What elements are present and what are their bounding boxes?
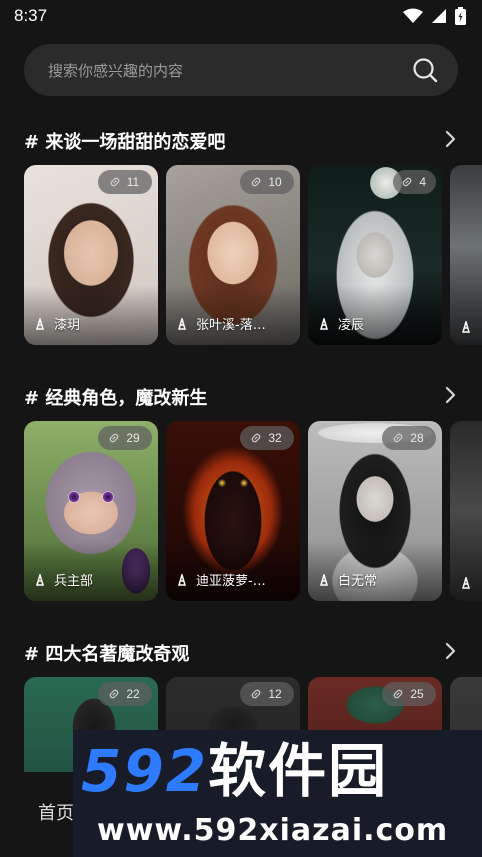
popularity-badge: 32 [240, 426, 294, 450]
cellular-signal-icon [432, 9, 446, 23]
character-icon [177, 573, 187, 586]
card-name: 兵主部 [54, 574, 94, 589]
card-name-row [460, 577, 482, 589]
popularity-badge: 10 [240, 170, 294, 194]
card-name: 张叶溪-落… [196, 318, 266, 333]
card-name: 白无常 [338, 574, 378, 589]
card-name-row: 兵主部 [34, 570, 150, 589]
search-icon[interactable] [412, 57, 438, 83]
popularity-badge: 28 [382, 426, 436, 450]
character-portrait [450, 165, 482, 345]
popularity-badge: 25 [382, 682, 436, 706]
character-card[interactable]: 32 迪亚菠萝-… [166, 421, 300, 601]
card-name-row: 漆玥 [34, 314, 150, 333]
wifi-icon [403, 8, 423, 23]
popularity-badge: 4 [393, 170, 436, 194]
card-name: 凌辰 [338, 318, 365, 333]
section-header[interactable]: # 四大名著魔改奇观 [24, 640, 458, 665]
chevron-right-icon[interactable] [444, 129, 458, 149]
card-count: 10 [268, 175, 282, 189]
card-count: 12 [268, 687, 282, 701]
status-time: 8:37 [14, 6, 48, 25]
link-icon [251, 177, 261, 187]
character-portrait [450, 421, 482, 601]
search-bar[interactable]: 搜索你感兴趣的内容 [24, 44, 458, 96]
card-name-row: 凌辰 [318, 314, 434, 333]
watermark-overlay: 592软件园 www.592xiazai.com [73, 730, 482, 857]
character-card[interactable] [450, 165, 482, 345]
card-count: 29 [126, 431, 140, 445]
watermark-url: www.592xiazai.com [97, 813, 449, 848]
character-icon [319, 573, 329, 586]
card-name: 漆玥 [54, 318, 81, 333]
character-icon [319, 317, 329, 330]
character-icon [461, 321, 471, 333]
card-count: 22 [126, 687, 140, 701]
character-icon [177, 317, 187, 330]
popularity-badge: 22 [98, 682, 152, 706]
section-header[interactable]: # 经典角色，魔改新生 [24, 384, 458, 409]
card-count: 11 [126, 175, 140, 189]
status-icons [403, 7, 466, 25]
nav-home-tab[interactable]: 首页 [38, 799, 74, 825]
link-icon [402, 177, 412, 187]
link-icon [110, 177, 120, 187]
battery-icon [455, 7, 466, 25]
popularity-badge: 12 [240, 682, 294, 706]
section-title: # 四大名著魔改奇观 [24, 644, 190, 665]
status-bar: 8:37 [0, 0, 482, 34]
card-carousel[interactable]: 29 兵主部 32 迪亚菠萝-… 28 白无常 [24, 421, 482, 601]
section-title: # 来谈一场甜甜的恋爱吧 [24, 132, 226, 153]
chevron-right-icon[interactable] [444, 385, 458, 405]
link-icon [393, 689, 403, 699]
character-icon [35, 317, 45, 330]
card-count: 25 [410, 687, 424, 701]
card-name-row [460, 321, 482, 333]
card-name-row: 白无常 [318, 570, 434, 589]
card-count: 4 [419, 175, 426, 189]
card-count: 28 [410, 431, 424, 445]
character-card[interactable]: 4 凌辰 [308, 165, 442, 345]
section-header[interactable]: # 来谈一场甜甜的恋爱吧 [24, 128, 458, 153]
card-name: 迪亚菠萝-… [196, 574, 266, 589]
card-name-row: 迪亚菠萝-… [176, 570, 292, 589]
character-card[interactable]: 28 白无常 [308, 421, 442, 601]
popularity-badge: 11 [98, 170, 152, 194]
character-card[interactable] [450, 421, 482, 601]
popularity-badge: 29 [98, 426, 152, 450]
watermark-brand-number: 592 [81, 737, 209, 805]
card-count: 32 [268, 431, 282, 445]
watermark-brand-text: 软件园 [208, 737, 389, 805]
character-icon [35, 573, 45, 586]
link-icon [393, 433, 403, 443]
chevron-right-icon[interactable] [444, 641, 458, 661]
section-title: # 经典角色，魔改新生 [24, 388, 208, 409]
link-icon [109, 689, 119, 699]
link-icon [251, 689, 261, 699]
link-icon [109, 433, 119, 443]
card-carousel[interactable]: 11 漆玥 10 张叶溪-落… 4 凌辰 [24, 165, 482, 345]
watermark-logo: 592软件园 [81, 742, 388, 800]
character-card[interactable]: 11 漆玥 [24, 165, 158, 345]
character-card[interactable]: 29 兵主部 [24, 421, 158, 601]
link-icon [251, 433, 261, 443]
search-placeholder: 搜索你感兴趣的内容 [48, 62, 184, 80]
character-icon [461, 577, 471, 589]
card-name-row: 张叶溪-落… [176, 314, 292, 333]
character-card[interactable]: 10 张叶溪-落… [166, 165, 300, 345]
